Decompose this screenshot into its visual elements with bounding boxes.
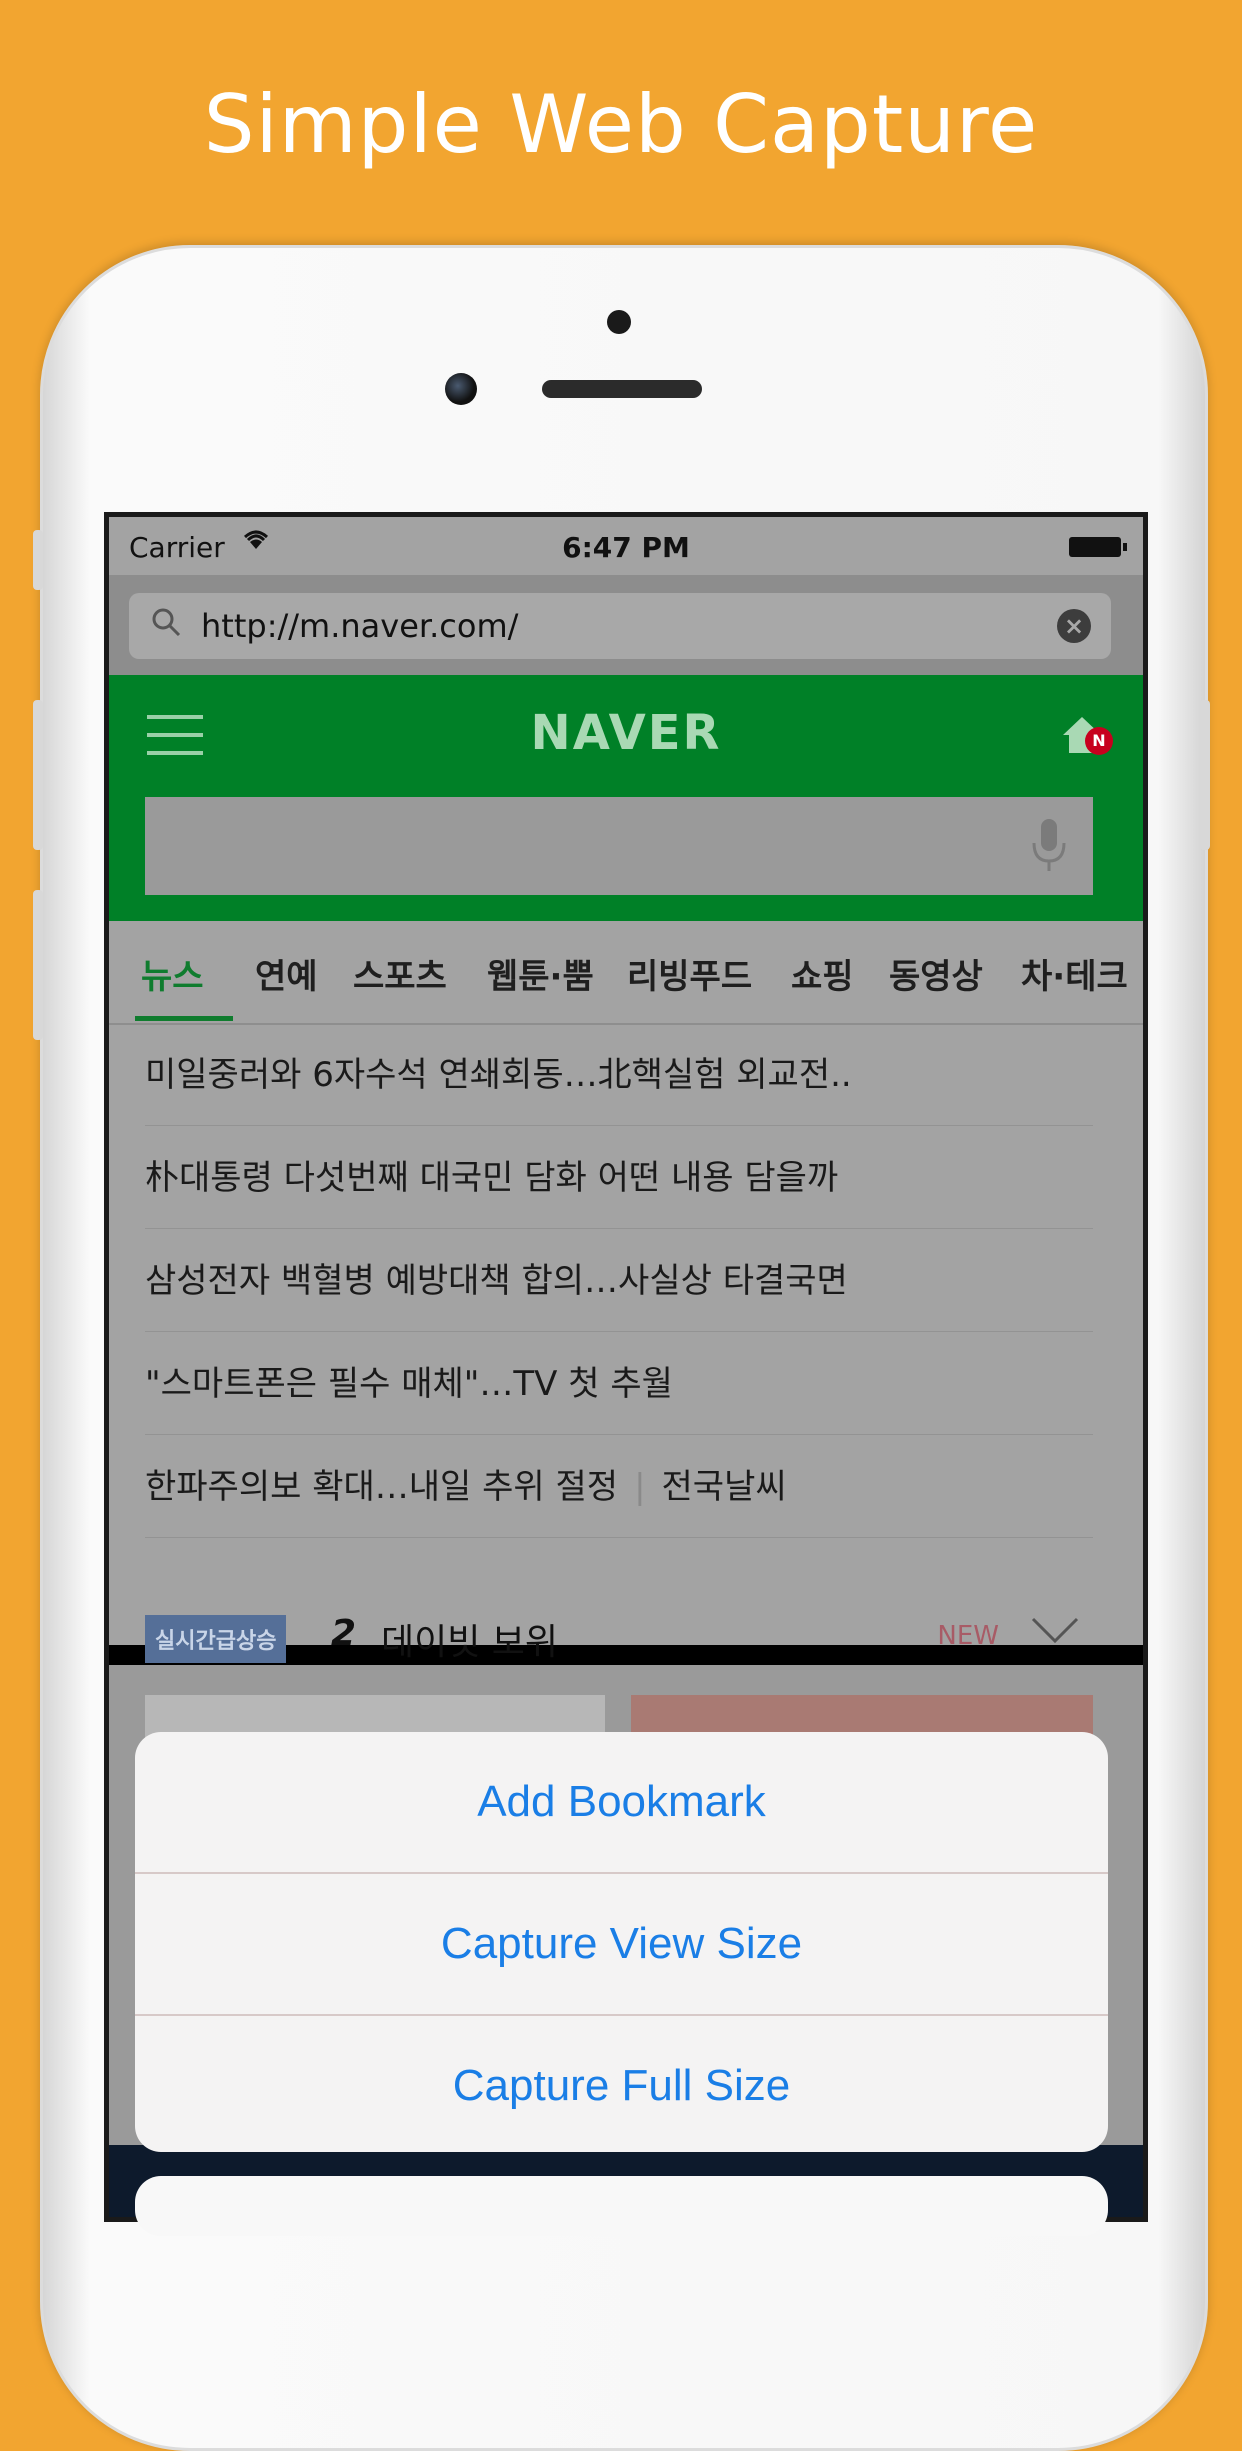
naver-header: NAVER N — [109, 675, 1143, 921]
clear-url-icon[interactable]: × — [1057, 609, 1091, 643]
news-item: 한파주의보 확대…내일 추위 절정 | 전국날씨 — [145, 1437, 1093, 1538]
news-item[interactable]: 朴대통령 다섯번째 대국민 담화 어떤 내용 담을까 — [145, 1128, 1093, 1229]
status-bar: Carrier 6:47 PM — [109, 517, 1143, 575]
capture-view-size-button[interactable]: Capture View Size — [135, 1874, 1108, 2014]
battery-icon — [1069, 537, 1127, 557]
news-separator: | — [634, 1467, 646, 1507]
tab-news[interactable]: 뉴스 — [141, 949, 204, 998]
microphone-icon[interactable] — [1029, 817, 1069, 875]
browser-toolbar: http://m.naver.com/ × — [109, 575, 1143, 675]
new-label: NEW — [937, 1621, 999, 1651]
trending-keyword: 데이빗 보위 — [381, 1622, 559, 1663]
trending-rank: 2 — [331, 1613, 357, 1654]
news-item[interactable]: 삼성전자 백혈병 예방대책 합의…사실상 타결국면 — [145, 1231, 1093, 1332]
trending-badge: 실시간급상승 — [145, 1615, 287, 1663]
active-tab-indicator — [135, 1016, 233, 1021]
tab-living-food[interactable]: 리빙푸드 — [627, 949, 752, 998]
earpiece-speaker — [542, 380, 702, 398]
proximity-sensor — [607, 310, 631, 334]
tab-video[interactable]: 동영상 — [889, 949, 983, 998]
tab-shopping[interactable]: 쇼핑 — [791, 949, 854, 998]
phone-volume-down — [33, 890, 43, 1040]
front-camera — [445, 373, 477, 405]
notification-badge: N — [1085, 727, 1113, 755]
news-item[interactable]: 미일중러와 6자수석 연쇄회동…北핵실험 외교전.. — [145, 1025, 1093, 1126]
tab-sports[interactable]: 스포츠 — [353, 949, 447, 998]
category-tabs: 뉴스 연예 스포츠 웹툰·뿜 리빙푸드 쇼핑 동영상 차·테크 — [109, 921, 1143, 1025]
naver-search-input[interactable] — [145, 797, 1093, 895]
url-field[interactable]: http://m.naver.com/ × — [129, 593, 1111, 659]
tab-webtoon[interactable]: 웹툰·뿜 — [487, 949, 594, 998]
phone-mute-switch — [33, 530, 43, 590]
cancel-button[interactable] — [135, 2176, 1108, 2236]
capture-full-size-button[interactable]: Capture Full Size — [135, 2016, 1108, 2152]
naver-logo[interactable]: NAVER — [109, 705, 1143, 761]
status-time: 6:47 PM — [562, 531, 690, 564]
add-bookmark-button[interactable]: Add Bookmark — [135, 1732, 1108, 1872]
tab-entertainment[interactable]: 연예 — [255, 949, 318, 998]
chevron-down-icon[interactable] — [1031, 1615, 1079, 1645]
phone-volume-up — [33, 700, 43, 850]
news-item-headline[interactable]: 한파주의보 확대…내일 추위 절정 — [145, 1467, 618, 1507]
search-icon — [151, 607, 181, 637]
tab-car-tech[interactable]: 차·테크 — [1021, 949, 1128, 998]
news-item[interactable]: "스마트폰은 필수 매체"…TV 첫 추월 — [145, 1334, 1093, 1435]
action-sheet: Add Bookmark Capture View Size Capture F… — [135, 1732, 1108, 2152]
promo-headline: Simple Web Capture — [203, 78, 1039, 171]
weather-link[interactable]: 전국날씨 — [662, 1467, 787, 1507]
news-list: 미일중러와 6자수석 연쇄회동…北핵실험 외교전.. 朴대통령 다섯번째 대국민… — [109, 1025, 1143, 1663]
url-text: http://m.naver.com/ — [201, 607, 519, 645]
phone-power-button — [1200, 700, 1210, 850]
